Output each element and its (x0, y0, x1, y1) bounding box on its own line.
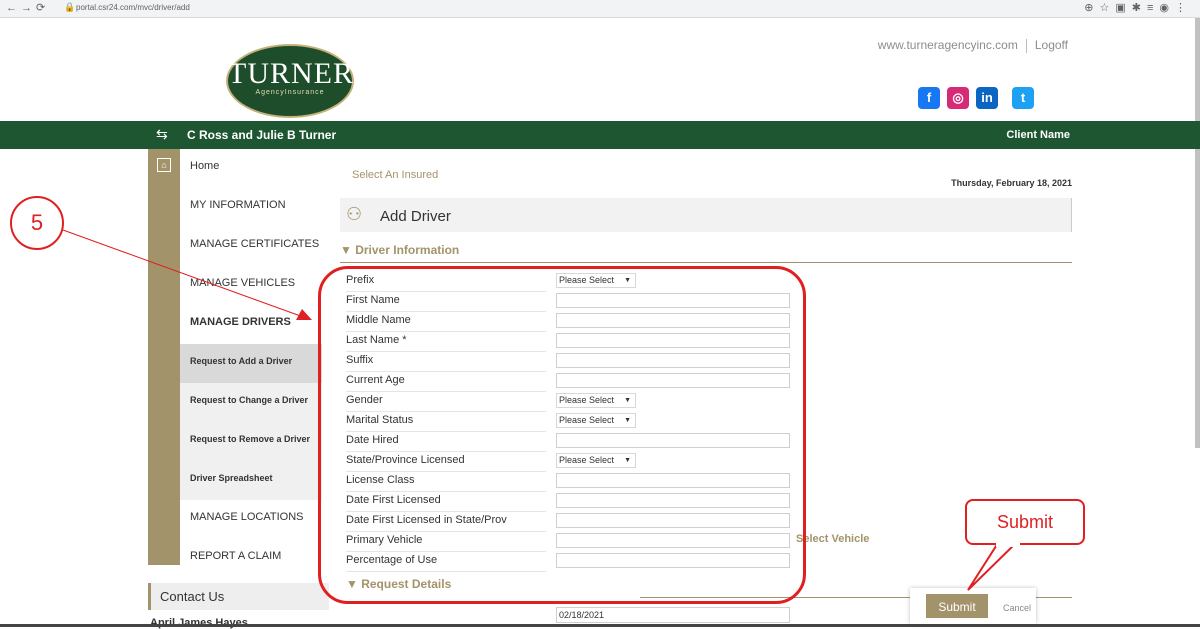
callout-pointer (967, 542, 1019, 591)
step-arrow-head (296, 309, 312, 320)
submit-callout: Submit (965, 499, 1085, 545)
callout-pointer-mask (996, 541, 1020, 547)
step-arrow-line (62, 229, 307, 319)
